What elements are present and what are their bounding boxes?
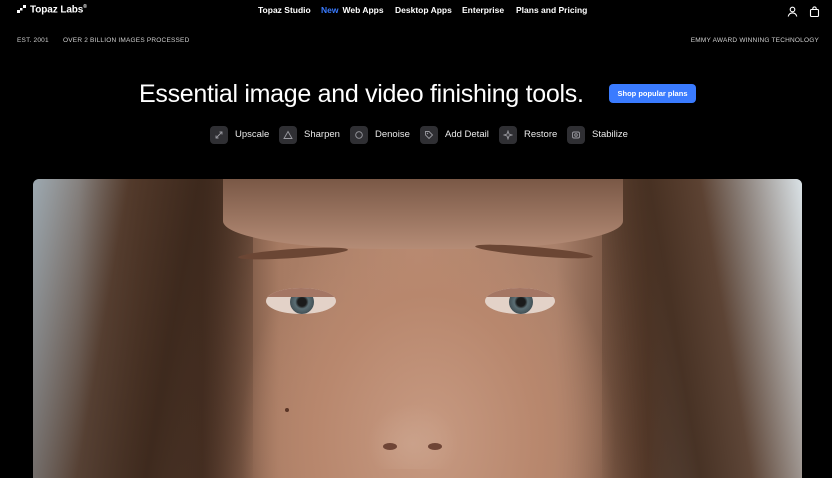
- tools-row: Upscale Sharpen Denoise Add Detail Resto…: [0, 125, 832, 144]
- tool-label: Denoise: [375, 129, 410, 140]
- tool-add-detail[interactable]: Add Detail: [420, 125, 489, 144]
- tool-upscale[interactable]: Upscale: [210, 125, 269, 144]
- nav-item-topaz-studio[interactable]: Topaz Studio: [258, 5, 311, 15]
- sparkle-icon: [499, 125, 517, 144]
- hair-right: [602, 179, 802, 478]
- tool-sharpen[interactable]: Sharpen: [279, 125, 340, 144]
- right-nostril: [428, 443, 442, 450]
- mole: [285, 408, 289, 412]
- nav-item-enterprise[interactable]: Enterprise: [462, 5, 504, 15]
- tool-label: Sharpen: [304, 129, 340, 140]
- tool-restore[interactable]: Restore: [499, 125, 557, 144]
- established-text: EST. 2001: [17, 37, 49, 44]
- nav-item-desktop-apps[interactable]: Desktop Apps: [395, 5, 452, 15]
- tool-denoise[interactable]: Denoise: [350, 125, 410, 144]
- bag-icon[interactable]: [809, 4, 820, 18]
- nav-item-label: Web Apps: [342, 5, 384, 15]
- user-icon[interactable]: [787, 4, 798, 17]
- stabilize-icon: [567, 125, 585, 144]
- tool-stabilize[interactable]: Stabilize: [567, 125, 628, 144]
- triangle-icon: [279, 125, 297, 144]
- award-text: EMMY AWARD WINNING TECHNOLOGY: [690, 37, 819, 44]
- page: Topaz Labs® Topaz Studio New Web Apps Des…: [0, 0, 832, 478]
- right-eye: [485, 288, 555, 314]
- nose: [368, 319, 458, 469]
- top-nav: Topaz Labs® Topaz Studio New Web Apps Des…: [0, 0, 832, 21]
- images-processed-text: OVER 2 BILLION IMAGES PROCESSED: [63, 37, 190, 44]
- shop-popular-plans-button[interactable]: Shop popular plans: [609, 84, 696, 103]
- tool-label: Add Detail: [445, 129, 489, 140]
- main-nav: Topaz Studio New Web Apps Desktop Apps En…: [0, 5, 832, 17]
- hero-portrait-image: [33, 179, 802, 478]
- left-eyelid: [266, 288, 336, 297]
- nav-item-plans-pricing[interactable]: Plans and Pricing: [516, 5, 587, 15]
- nav-actions: [787, 4, 820, 18]
- left-eye: [266, 288, 336, 314]
- tool-label: Upscale: [235, 129, 270, 140]
- tag-icon: [420, 125, 438, 144]
- nav-item-web-apps[interactable]: New Web Apps: [321, 5, 384, 15]
- left-eyebrow: [237, 245, 349, 262]
- tool-label: Restore: [524, 129, 558, 140]
- hair-left: [33, 179, 253, 478]
- expand-icon: [210, 125, 228, 144]
- tool-label: Stabilize: [592, 129, 628, 140]
- hero-title: Essential image and video finishing tool…: [139, 80, 584, 108]
- circle-icon: [350, 125, 368, 144]
- forehead: [223, 179, 623, 249]
- left-nostril: [383, 443, 397, 450]
- right-eyelid: [485, 288, 555, 297]
- new-badge: New: [321, 5, 339, 15]
